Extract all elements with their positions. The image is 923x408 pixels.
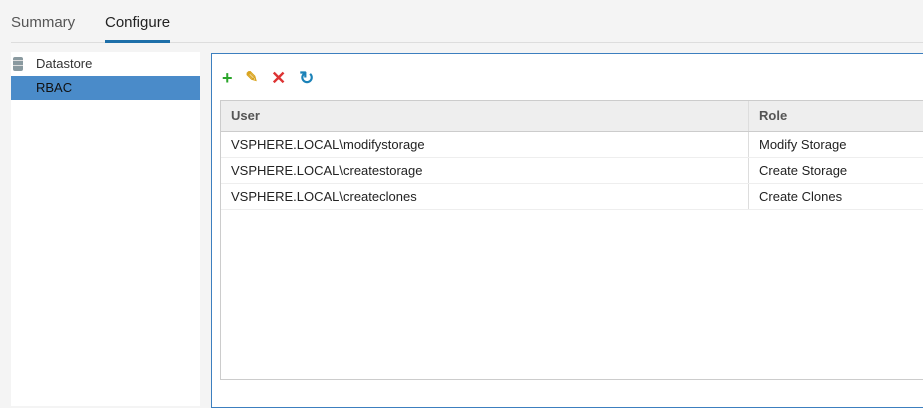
table-row[interactable]: VSPHERE.LOCAL\modifystorage Modify Storag… bbox=[221, 132, 923, 158]
database-icon bbox=[13, 57, 23, 71]
sidebar-item-label: Datastore bbox=[36, 56, 93, 71]
delete-icon[interactable]: ✕ bbox=[271, 68, 286, 89]
table-header: User Role bbox=[221, 101, 923, 132]
tab-summary[interactable]: Summary bbox=[11, 14, 75, 31]
role-cell: Create Storage bbox=[759, 163, 848, 178]
add-icon[interactable]: + bbox=[222, 68, 233, 89]
role-cell: Modify Storage bbox=[759, 137, 847, 152]
sidebar: Datastore RBAC bbox=[11, 52, 200, 406]
role-cell: Create Clones bbox=[759, 189, 843, 204]
users-table: User Role VSPHERE.LOCAL\modifystorage Mod… bbox=[220, 100, 923, 380]
column-role[interactable]: Role bbox=[749, 101, 923, 131]
sidebar-item-datastore[interactable]: Datastore bbox=[11, 52, 200, 76]
table-row[interactable]: VSPHERE.LOCAL\createstorage Create Storag… bbox=[221, 158, 923, 184]
sidebar-item-label: RBAC bbox=[36, 80, 73, 95]
edit-icon[interactable]: ✎ bbox=[246, 68, 259, 89]
toolbar: + ✎ ✕ ↻ bbox=[222, 68, 314, 89]
refresh-icon[interactable]: ↻ bbox=[299, 68, 314, 89]
sidebar-item-rbac[interactable]: RBAC bbox=[11, 76, 200, 100]
user-cell: VSPHERE.LOCAL\createstorage bbox=[221, 158, 749, 183]
tab-bar: Summary Configure bbox=[11, 0, 923, 43]
user-cell: VSPHERE.LOCAL\modifystorage bbox=[221, 132, 749, 157]
column-user[interactable]: User bbox=[221, 101, 749, 131]
tab-configure[interactable]: Configure bbox=[105, 14, 171, 43]
table-row[interactable]: VSPHERE.LOCAL\createclones Create Clones bbox=[221, 184, 923, 210]
user-cell: VSPHERE.LOCAL\createclones bbox=[221, 184, 749, 209]
rbac-panel: + ✎ ✕ ↻ User Role VSPHERE.LOCAL\modifyst… bbox=[211, 53, 923, 408]
